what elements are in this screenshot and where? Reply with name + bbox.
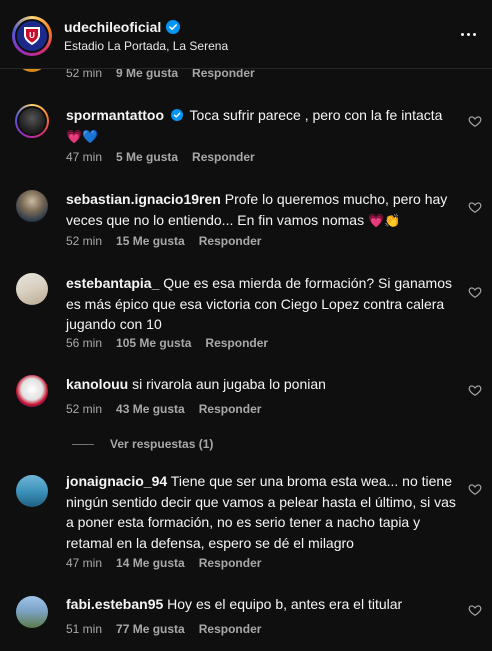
comment-meta: 51 min 77 Me gusta Responder bbox=[66, 622, 261, 636]
comment-username[interactable]: spormantattoo bbox=[66, 107, 164, 123]
likes-count[interactable]: 14 Me gusta bbox=[116, 556, 185, 570]
heart-icon[interactable] bbox=[468, 603, 482, 617]
view-replies-button[interactable]: Ver respuestas (1) bbox=[72, 437, 213, 451]
comment-time: 56 min bbox=[66, 336, 103, 350]
comment-body: sebastian.ignacio19ren Profe lo queremos… bbox=[66, 189, 458, 231]
divider-line bbox=[72, 443, 94, 445]
view-replies-label: Ver respuestas (1) bbox=[110, 437, 214, 451]
avatar[interactable] bbox=[16, 596, 48, 628]
comment-body: estebantapia_ Que es esa mierda de forma… bbox=[66, 273, 458, 335]
reply-button[interactable]: Responder bbox=[199, 234, 262, 248]
likes-count[interactable]: 15 Me gusta bbox=[116, 234, 185, 248]
avatar[interactable]: U bbox=[12, 16, 52, 56]
club-logo-icon: U bbox=[17, 21, 47, 51]
reply-button[interactable]: Responder bbox=[192, 150, 255, 164]
heart-icon[interactable] bbox=[468, 285, 482, 299]
comment-text: Hoy es el equipo b, antes era el titular bbox=[167, 596, 403, 612]
comment-meta: 52 min 15 Me gusta Responder bbox=[66, 234, 261, 248]
comment-meta: 56 min 105 Me gusta Responder bbox=[66, 336, 268, 350]
comment-username[interactable]: sebastian.ignacio19ren bbox=[66, 191, 221, 207]
post-header: U udechileoficial Estadio La Portada, La… bbox=[0, 0, 492, 69]
verified-icon bbox=[170, 109, 183, 121]
comment-body: jonaignacio_94 Tiene que ser una broma e… bbox=[66, 471, 458, 553]
comment-meta: 52 min 43 Me gusta Responder bbox=[66, 402, 261, 416]
reply-button[interactable]: Responder bbox=[199, 622, 262, 636]
heart-icon[interactable] bbox=[468, 114, 482, 128]
comment-text: si rivarola aun jugaba lo ponian bbox=[132, 376, 326, 392]
reply-button[interactable]: Responder bbox=[199, 556, 262, 570]
avatar[interactable] bbox=[16, 273, 48, 305]
avatar[interactable] bbox=[16, 190, 48, 222]
likes-count[interactable]: 5 Me gusta bbox=[116, 150, 178, 164]
heart-icon[interactable] bbox=[468, 482, 482, 496]
comment-time: 52 min bbox=[66, 402, 103, 416]
likes-count[interactable]: 43 Me gusta bbox=[116, 402, 185, 416]
comment-time: 47 min bbox=[66, 556, 103, 570]
likes-count[interactable]: 77 Me gusta bbox=[116, 622, 185, 636]
comment-username[interactable]: kanolouu bbox=[66, 376, 128, 392]
comment-body: spormantattoo Toca sufrir parece , pero … bbox=[66, 105, 458, 147]
comment-time: 52 min bbox=[66, 234, 103, 248]
comment-text: Toca sufrir parece , pero con la fe inta… bbox=[189, 107, 443, 123]
comment-username[interactable]: estebantapia_ bbox=[66, 275, 159, 291]
comment-username[interactable]: jonaignacio_94 bbox=[66, 473, 167, 489]
comment-body: kanolouu si rivarola aun jugaba lo ponia… bbox=[66, 374, 458, 395]
comment-meta: 47 min 5 Me gusta Responder bbox=[66, 150, 255, 164]
more-options-icon[interactable] bbox=[456, 24, 480, 44]
comment-emoji: 💗👏 bbox=[367, 212, 401, 228]
comment-emoji: 💗💙 bbox=[66, 128, 99, 144]
comment-meta: 47 min 14 Me gusta Responder bbox=[66, 556, 261, 570]
avatar[interactable] bbox=[16, 475, 48, 507]
svg-text:U: U bbox=[29, 31, 35, 40]
reply-button[interactable]: Responder bbox=[205, 336, 268, 350]
heart-icon[interactable] bbox=[468, 200, 482, 214]
comment-username[interactable]: fabi.esteban95 bbox=[66, 596, 163, 612]
comment-time: 51 min bbox=[66, 622, 103, 636]
post-location[interactable]: Estadio La Portada, La Serena bbox=[64, 39, 228, 53]
comment-body: fabi.esteban95 Hoy es el equipo b, antes… bbox=[66, 594, 458, 615]
avatar[interactable] bbox=[15, 104, 49, 138]
reply-button[interactable]: Responder bbox=[199, 402, 262, 416]
post-username[interactable]: udechileoficial bbox=[64, 19, 161, 35]
heart-icon[interactable] bbox=[468, 383, 482, 397]
avatar[interactable] bbox=[16, 375, 48, 407]
verified-icon bbox=[166, 20, 181, 34]
comment-time: 47 min bbox=[66, 150, 103, 164]
likes-count[interactable]: 105 Me gusta bbox=[116, 336, 191, 350]
